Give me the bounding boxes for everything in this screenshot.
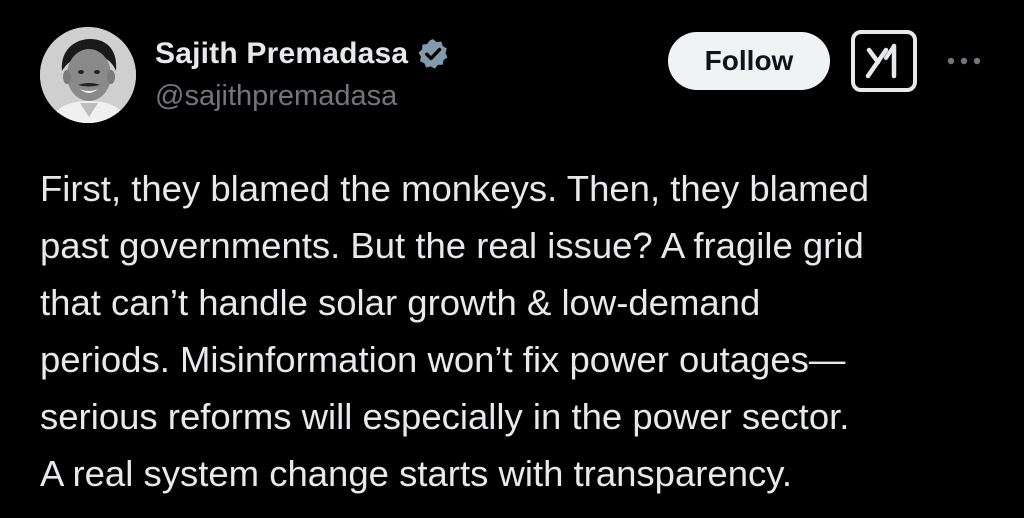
- tweet-line: that can’t handle solar growth & low-dem…: [40, 282, 761, 323]
- author-name-row: Sajith Premadasa: [155, 34, 450, 74]
- follow-button[interactable]: Follow: [668, 32, 830, 90]
- tweet-line: periods. Misinformation won’t fix power …: [40, 339, 846, 380]
- tweet-line: past governments. But the real issue? A …: [40, 225, 864, 266]
- grok-button[interactable]: [851, 30, 917, 92]
- tweet-text: First, they blamed the monkeys. Then, th…: [40, 160, 1000, 502]
- avatar[interactable]: [40, 27, 136, 123]
- tweet-line: First, they blamed the monkeys. Then, th…: [40, 168, 870, 209]
- grok-icon: [865, 43, 897, 79]
- verified-badge-icon[interactable]: [416, 37, 450, 71]
- tweet-line: serious reforms will especially in the p…: [40, 396, 850, 437]
- profile-photo-icon: [40, 27, 136, 123]
- more-options-button[interactable]: [944, 44, 984, 78]
- author-handle[interactable]: @sajithpremadasa: [155, 80, 397, 113]
- more-dots-icon: [947, 57, 981, 65]
- tweet-line: A real system change starts with transpa…: [40, 453, 792, 494]
- tweet-card: Sajith Premadasa @sajithpremadasa Follow…: [0, 0, 1024, 518]
- author-display-name[interactable]: Sajith Premadasa: [155, 37, 408, 71]
